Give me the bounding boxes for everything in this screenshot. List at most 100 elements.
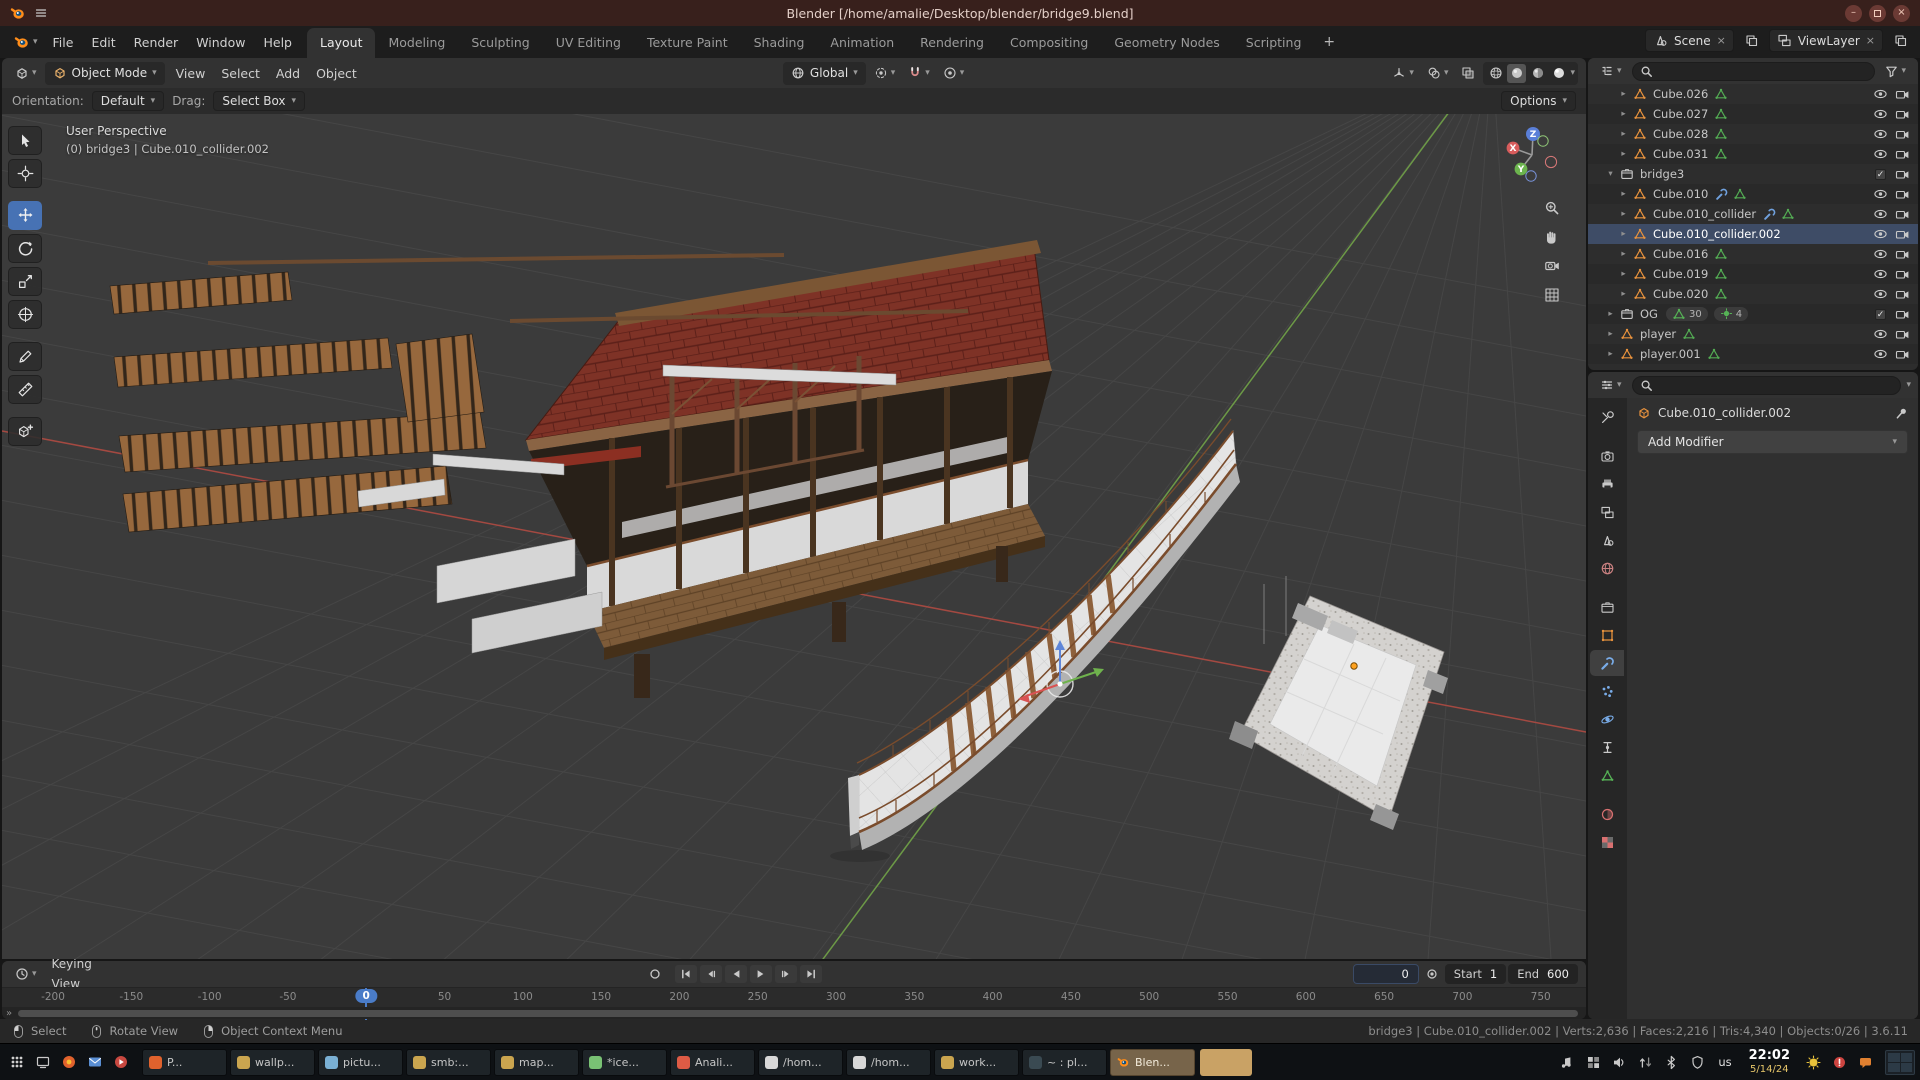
viewport-menu-select[interactable]: Select (213, 62, 268, 85)
camera-toggle-icon[interactable] (1893, 129, 1912, 140)
workspace-tab-modeling[interactable]: Modeling (375, 28, 458, 58)
outliner-item-OG[interactable]: ▸OG304✓ (1588, 304, 1918, 324)
jump-first-button[interactable] (675, 965, 697, 983)
scene-selector[interactable]: Scene × (1645, 29, 1734, 52)
properties-editor-type-button[interactable]: ▾ (1595, 375, 1627, 395)
window-list-icon[interactable] (1581, 1050, 1605, 1074)
volume-icon[interactable] (1607, 1050, 1631, 1074)
workspace-tab-uv-editing[interactable]: UV Editing (543, 28, 634, 58)
options-dropdown[interactable]: Options▾ (1501, 91, 1576, 111)
properties-tab-constraints[interactable] (1591, 734, 1623, 760)
ortho-toggle-icon[interactable] (1544, 287, 1560, 303)
toggle-xray-button[interactable] (1456, 63, 1480, 83)
app-menu-button[interactable]: ▾ (8, 26, 44, 58)
outliner-item-bridge3[interactable]: ▾bridge3✓ (1588, 164, 1918, 184)
shading-wireframe-button[interactable] (1486, 64, 1505, 83)
disclosure-triangle-icon[interactable]: ▸ (1618, 209, 1629, 219)
minimized-window-slot[interactable] (1200, 1049, 1252, 1076)
workspace-tab-sculpting[interactable]: Sculpting (458, 28, 542, 58)
window-minimize-button[interactable]: – (1845, 5, 1862, 22)
outliner-item-Cube.019[interactable]: ▸Cube.019 (1588, 264, 1918, 284)
viewport-3d[interactable]: User Perspective (0) bridge3 | Cube.010_… (2, 114, 1586, 959)
timeline-ruler[interactable]: -200-150-100-500501001502002503003504004… (2, 987, 1586, 1007)
mode-selector[interactable]: Object Mode ▾ (45, 62, 165, 85)
disclosure-triangle-icon[interactable]: ▸ (1618, 229, 1629, 239)
eye-toggle-icon[interactable] (1871, 248, 1890, 260)
remove-viewlayer-icon[interactable]: × (1866, 34, 1875, 47)
prev-key-button[interactable] (700, 965, 722, 983)
eye-toggle-icon[interactable] (1871, 108, 1890, 120)
auto-keying-toggle[interactable] (1421, 965, 1443, 983)
outliner-item-Cube.027[interactable]: ▸Cube.027 (1588, 104, 1918, 124)
workspace-tab-compositing[interactable]: Compositing (997, 28, 1101, 58)
properties-tab-collection[interactable] (1591, 594, 1623, 620)
camera-toggle-icon[interactable] (1893, 169, 1912, 180)
new-scene-button[interactable] (1740, 31, 1763, 50)
frame-start-field[interactable]: Start1 (1445, 964, 1506, 984)
outliner-item-Cube.010_collider[interactable]: ▸Cube.010_collider (1588, 204, 1918, 224)
disclosure-triangle-icon[interactable]: ▸ (1618, 129, 1629, 139)
keyboard-layout-indicator[interactable]: us (1712, 1055, 1737, 1069)
window-menu-icon[interactable] (34, 6, 48, 20)
transform-orientation-selector[interactable]: Global ▾ (783, 62, 866, 85)
app-menu-icon[interactable] (5, 1050, 29, 1074)
menu-render[interactable]: Render (125, 26, 188, 58)
window-maximize-button[interactable] (1869, 5, 1886, 22)
browser-icon[interactable] (57, 1050, 81, 1074)
media-player-icon[interactable] (1555, 1050, 1579, 1074)
eye-toggle-icon[interactable] (1871, 188, 1890, 200)
add-workspace-button[interactable]: + (1314, 34, 1344, 58)
taskbar-window-pictu-[interactable]: pictu... (318, 1049, 403, 1076)
menu-file[interactable]: File (44, 26, 83, 58)
properties-tab-physics[interactable] (1591, 706, 1623, 732)
camera-toggle-icon[interactable] (1893, 309, 1912, 320)
camera-view-icon[interactable] (1544, 258, 1560, 274)
neg-z-axis-ball[interactable] (1526, 171, 1536, 181)
clock[interactable]: 22:02 5/14/24 (1741, 1049, 1798, 1074)
properties-tab-scene[interactable] (1591, 527, 1623, 553)
chevron-down-icon[interactable]: ▾ (1906, 381, 1911, 390)
camera-toggle-icon[interactable] (1893, 249, 1912, 260)
play-rev-button[interactable] (725, 965, 747, 983)
disclosure-triangle-icon[interactable]: ▸ (1618, 149, 1629, 159)
tool-add-cube-button[interactable] (8, 417, 42, 446)
zoom-icon[interactable] (1544, 200, 1560, 216)
disclosure-triangle-icon[interactable]: ▸ (1605, 349, 1616, 359)
workspace-tab-texture-paint[interactable]: Texture Paint (634, 28, 741, 58)
camera-toggle-icon[interactable] (1893, 229, 1912, 240)
disclosure-triangle-icon[interactable]: ▸ (1618, 289, 1629, 299)
show-gizmo-toggle[interactable]: ▾ (1387, 63, 1419, 83)
window-close-button[interactable]: × (1893, 5, 1910, 22)
outliner-item-Cube.010_collider.002[interactable]: ▸Cube.010_collider.002 (1588, 224, 1918, 244)
show-overlays-toggle[interactable]: ▾ (1422, 63, 1454, 83)
bluetooth-icon[interactable] (1659, 1050, 1683, 1074)
taskbar-window-blen-[interactable]: Blen... (1110, 1049, 1195, 1076)
weather-icon[interactable] (1801, 1050, 1825, 1074)
taskbar-window--hom-[interactable]: /hom... (758, 1049, 843, 1076)
outliner-filter-button[interactable]: ▾ (1880, 62, 1911, 81)
shading-solid-button[interactable] (1507, 64, 1526, 83)
tool-scale-button[interactable] (8, 267, 42, 296)
properties-tab-render[interactable] (1591, 443, 1623, 469)
workspace-tab-animation[interactable]: Animation (817, 28, 907, 58)
pivot-point-selector[interactable]: ▾ (869, 63, 901, 83)
eye-toggle-icon[interactable] (1871, 208, 1890, 220)
proportional-editing-toggle[interactable]: ▾ (938, 63, 970, 83)
outliner-editor-type-button[interactable]: ▾ (1595, 61, 1627, 81)
workspace-tab-layout[interactable]: Layout (307, 28, 376, 58)
tool-transform-button[interactable] (8, 300, 42, 329)
viewlayer-selector[interactable]: ViewLayer × (1769, 29, 1883, 52)
eye-toggle-icon[interactable] (1871, 288, 1890, 300)
eye-toggle-icon[interactable] (1871, 268, 1890, 280)
pin-icon[interactable] (1895, 407, 1908, 420)
eye-toggle-icon[interactable] (1871, 88, 1890, 100)
tool-tweak-button[interactable] (8, 126, 42, 155)
taskbar-window-smb-[interactable]: smb:... (406, 1049, 491, 1076)
snap-toggle[interactable]: ▾ (903, 63, 935, 83)
taskbar-window-p-[interactable]: P... (142, 1049, 227, 1076)
workspace-tab-rendering[interactable]: Rendering (907, 28, 997, 58)
view-navigation-gizmo[interactable]: Z X Y (1500, 122, 1564, 186)
disclosure-triangle-icon[interactable]: ▸ (1618, 109, 1629, 119)
properties-search-input[interactable] (1632, 376, 1902, 395)
properties-tab-modifiers[interactable] (1590, 650, 1624, 676)
